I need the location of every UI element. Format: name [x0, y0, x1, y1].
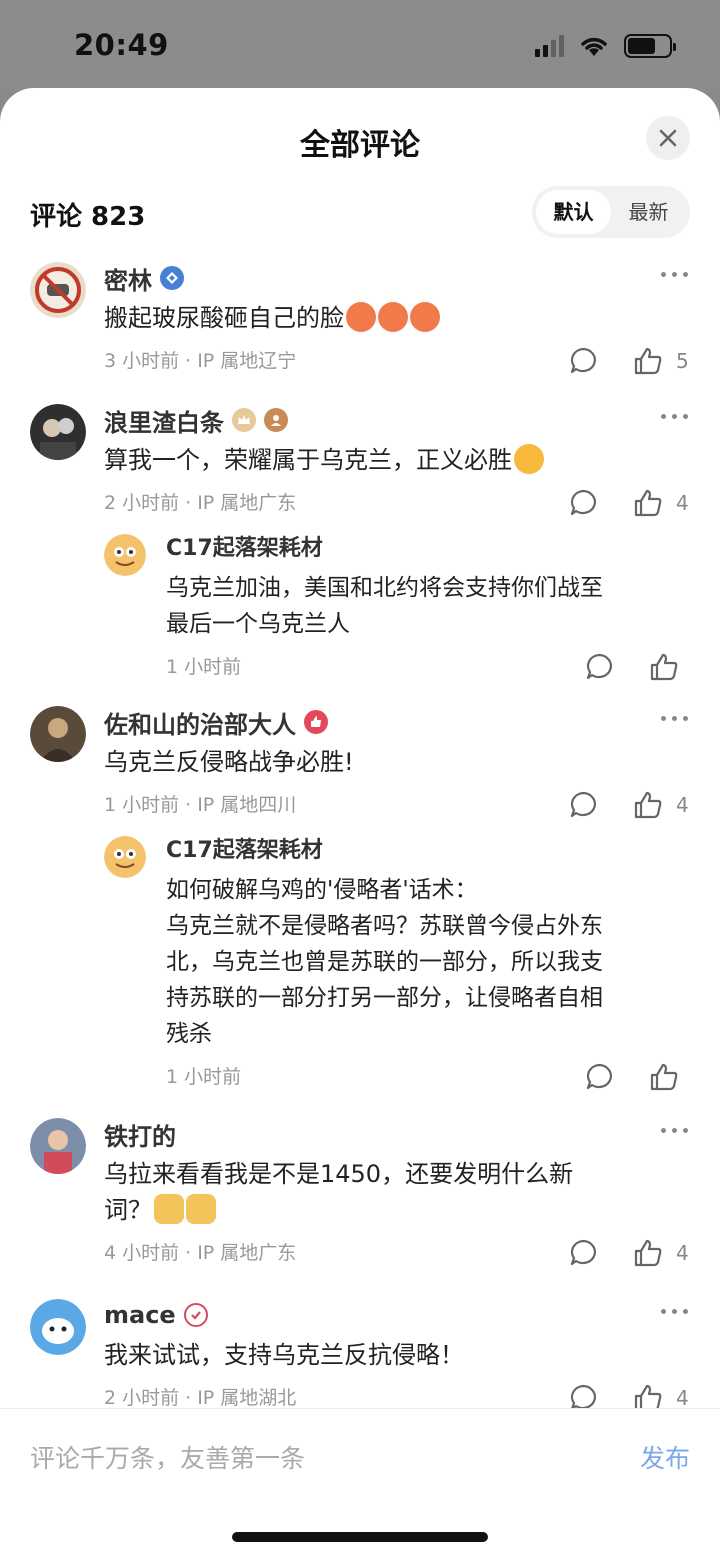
reply-icon[interactable] — [568, 1238, 598, 1268]
comment-item: 密林 搬起玻尿酸砸自己的脸 3 小时前 · IP 属地辽宁 5 — [30, 262, 690, 382]
avatar[interactable] — [30, 706, 86, 762]
comment-text: 搬起玻尿酸砸自己的脸 — [104, 300, 690, 336]
more-icon[interactable] — [661, 414, 688, 419]
comment-item: 浪里渣白条 算我一个，荣耀属于乌克兰，正义必胜 2 小时前·IP 属地广东 — [30, 404, 690, 694]
reply-icon[interactable] — [568, 346, 598, 376]
avatar[interactable] — [30, 1118, 86, 1174]
comment-time: 4 小时前 — [104, 1242, 180, 1264]
avatar[interactable] — [104, 836, 146, 878]
comment-item: 铁打的 乌拉来看看我是不是1450，还要发明什么新 词？ 4 小时前 · IP 属地… — [30, 1118, 690, 1278]
thumb-badge-icon — [304, 710, 328, 734]
ip-location: IP 属地广东 — [197, 492, 297, 514]
angry-emoji-icon — [346, 302, 376, 332]
reply-text: 乌克兰加油，美国和北约将会支持你们战至 最后一个乌克兰人 — [166, 575, 603, 637]
like-icon[interactable] — [632, 789, 664, 821]
status-icons — [535, 34, 676, 58]
like-count: 4 — [676, 1386, 689, 1410]
comment-text: 算我一个，荣耀属于乌克兰，正义必胜 — [104, 442, 690, 478]
like-icon[interactable] — [632, 1237, 664, 1269]
angry-emoji-icon — [410, 302, 440, 332]
status-time: 20:49 — [74, 28, 169, 62]
doge-emoji-icon — [154, 1194, 184, 1224]
reply-icon[interactable] — [568, 488, 598, 518]
comment-time: 3 小时前 — [104, 350, 180, 372]
comment-item: mace 我来试试，支持乌克兰反抗侵略！ 2 小时前 · IP 属地湖北 4 — [30, 1299, 690, 1419]
avatar[interactable] — [30, 1299, 86, 1355]
signal-icon — [535, 35, 564, 57]
comment-time: 2 小时前 — [104, 492, 180, 514]
username[interactable]: mace — [104, 1301, 176, 1329]
avatar[interactable] — [30, 404, 86, 460]
like-icon[interactable] — [632, 487, 664, 519]
reply-icon[interactable] — [584, 1062, 614, 1092]
ip-location: IP 属地辽宁 — [197, 350, 297, 372]
like-count: 4 — [676, 491, 689, 515]
like-count: 5 — [676, 349, 689, 373]
like-count: 4 — [676, 1241, 689, 1265]
username[interactable]: 密林 — [104, 261, 152, 296]
ip-location: IP 属地广东 — [197, 1242, 297, 1264]
check-badge-icon — [183, 1303, 208, 1327]
reply-text: 如何破解乌鸡的'侵略者'话术： 乌克兰就不是侵略者吗？苏联曾今侵占外东 北，乌克… — [166, 877, 603, 1047]
reply-item: C17起落架耗材 如何破解乌鸡的'侵略者'话术： 乌克兰就不是侵略者吗？苏联曾今… — [104, 836, 690, 1106]
comment-time: 1 小时前 — [104, 794, 180, 816]
more-icon[interactable] — [661, 716, 688, 721]
wifi-icon — [581, 37, 607, 56]
username[interactable]: 铁打的 — [104, 1117, 176, 1152]
verified-badge-icon — [160, 266, 184, 290]
more-icon[interactable] — [661, 272, 688, 277]
like-count: 4 — [676, 793, 689, 817]
reply-icon[interactable] — [584, 652, 614, 682]
home-indicator[interactable] — [232, 1532, 488, 1542]
comment-text: 乌拉来看看我是不是1450，还要发明什么新 词？ — [104, 1160, 574, 1224]
battery-icon — [624, 34, 676, 58]
reply-icon[interactable] — [568, 790, 598, 820]
avatar[interactable] — [104, 534, 146, 576]
more-icon[interactable] — [661, 1309, 688, 1314]
comment-time: 2 小时前 — [104, 1387, 180, 1409]
comment-text: 乌克兰反侵略战争必胜! — [104, 748, 354, 776]
level-badge-icon — [264, 408, 288, 432]
avatar[interactable] — [30, 262, 86, 318]
doge-emoji-icon — [186, 1194, 216, 1224]
comments-sheet: 全部评论 评论 823 默认 最新 密林 搬起玻尿酸砸自己的脸 3 小时前 · … — [0, 88, 720, 1558]
playful-emoji-icon — [514, 444, 544, 474]
more-icon[interactable] — [661, 1128, 688, 1133]
status-bar: 20:49 — [0, 0, 720, 90]
ip-location: IP 属地四川 — [197, 794, 297, 816]
comment-text: 我来试试，支持乌克兰反抗侵略！ — [104, 1341, 464, 1369]
comment-input[interactable]: 评论千万条，友善第一条 — [30, 1439, 305, 1475]
reply-username[interactable]: C17起落架耗材 — [166, 534, 690, 564]
like-icon[interactable] — [648, 1061, 680, 1093]
ip-location: IP 属地湖北 — [197, 1387, 297, 1409]
like-icon[interactable] — [648, 651, 680, 683]
comment-item: 佐和山的治部大人 乌克兰反侵略战争必胜! 1 小时前 · IP 属地四川 4 C… — [30, 706, 690, 1106]
comment-list: 密林 搬起玻尿酸砸自己的脸 3 小时前 · IP 属地辽宁 5 浪里渣白条 算我… — [0, 88, 720, 1412]
reply-item: C17起落架耗材 乌克兰加油，美国和北约将会支持你们战至 最后一个乌克兰人 1 … — [104, 534, 690, 694]
like-icon[interactable] — [632, 345, 664, 377]
crown-badge-icon — [232, 408, 256, 432]
username[interactable]: 佐和山的治部大人 — [104, 705, 296, 740]
publish-button[interactable]: 发布 — [640, 1439, 690, 1475]
angry-emoji-icon — [378, 302, 408, 332]
username[interactable]: 浪里渣白条 — [104, 403, 224, 438]
reply-username[interactable]: C17起落架耗材 — [166, 836, 690, 866]
